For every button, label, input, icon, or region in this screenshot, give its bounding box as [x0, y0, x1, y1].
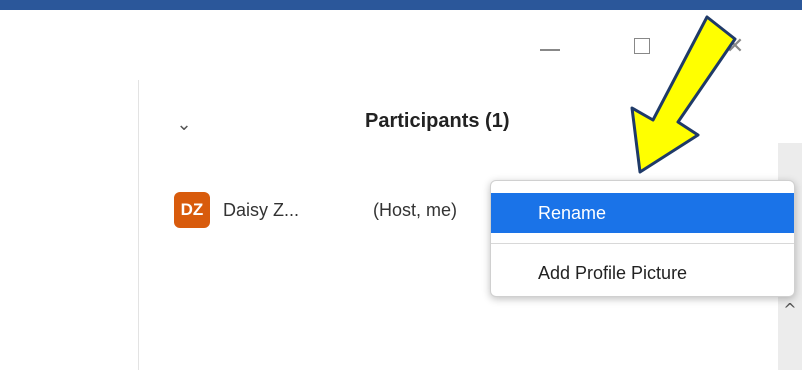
participant-role: (Host, me): [373, 200, 458, 220]
panel-divider: [138, 80, 139, 370]
chevron-up-icon[interactable]: ^: [780, 300, 800, 320]
avatar: DZ: [174, 192, 210, 228]
menu-divider: [491, 243, 794, 244]
window-titlebar-edge: [0, 0, 802, 10]
context-menu: Rename Add Profile Picture: [490, 180, 795, 297]
yellow-arrow-icon: [630, 15, 737, 174]
minimize-icon[interactable]: [530, 30, 570, 64]
panel-title: Participants (1): [365, 110, 510, 132]
add-profile-picture-menu-item[interactable]: Add Profile Picture: [491, 253, 794, 293]
participant-name[interactable]: Daisy Z...: [223, 200, 299, 221]
rename-menu-item[interactable]: Rename: [491, 193, 794, 233]
chevron-down-icon[interactable]: ⌄: [172, 113, 196, 137]
